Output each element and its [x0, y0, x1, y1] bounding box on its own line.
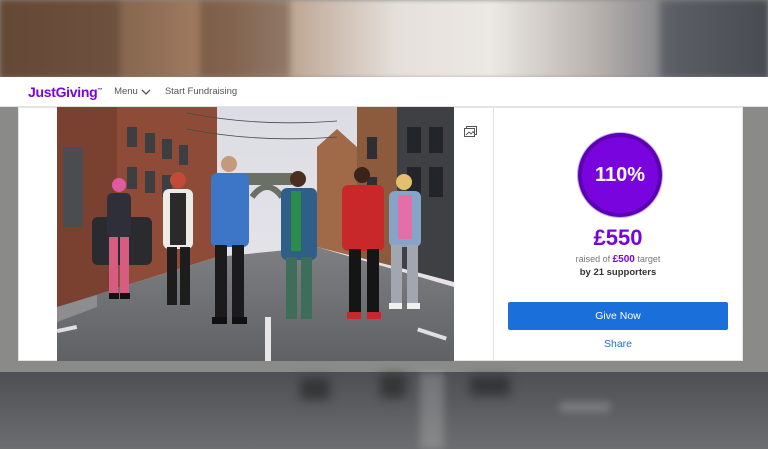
gallery-icon [463, 125, 477, 137]
gallery-button[interactable] [459, 121, 481, 141]
site-header: JustGiving™ Menu Start Fundraising [0, 77, 768, 107]
progress-circle: 110% [578, 133, 662, 217]
justgiving-logo[interactable]: JustGiving™ [28, 84, 102, 100]
give-now-button[interactable]: Give Now [508, 302, 728, 330]
supporters-count: by 21 supporters [579, 267, 657, 278]
campaign-photo [57, 107, 454, 361]
target-line: raised of £500 target [494, 254, 742, 265]
menu-label: Menu [114, 86, 138, 97]
chevron-down-icon [141, 89, 151, 95]
menu-dropdown[interactable]: Menu [114, 86, 151, 97]
background-blur-bottom [0, 372, 768, 449]
target-amount: £500 [612, 254, 635, 265]
share-link[interactable]: Share [494, 338, 742, 350]
donation-summary: 110% £550 raised of £500 target by 21 su… [494, 107, 742, 361]
target-label: target [637, 254, 661, 264]
progress-percent: 110% [594, 163, 646, 186]
raised-of-label: raised of [575, 254, 611, 264]
background-blur-top [0, 0, 768, 78]
raised-amount: £550 [593, 225, 643, 250]
campaign-photo-illustration [57, 107, 454, 361]
start-fundraising-link[interactable]: Start Fundraising [165, 86, 237, 97]
